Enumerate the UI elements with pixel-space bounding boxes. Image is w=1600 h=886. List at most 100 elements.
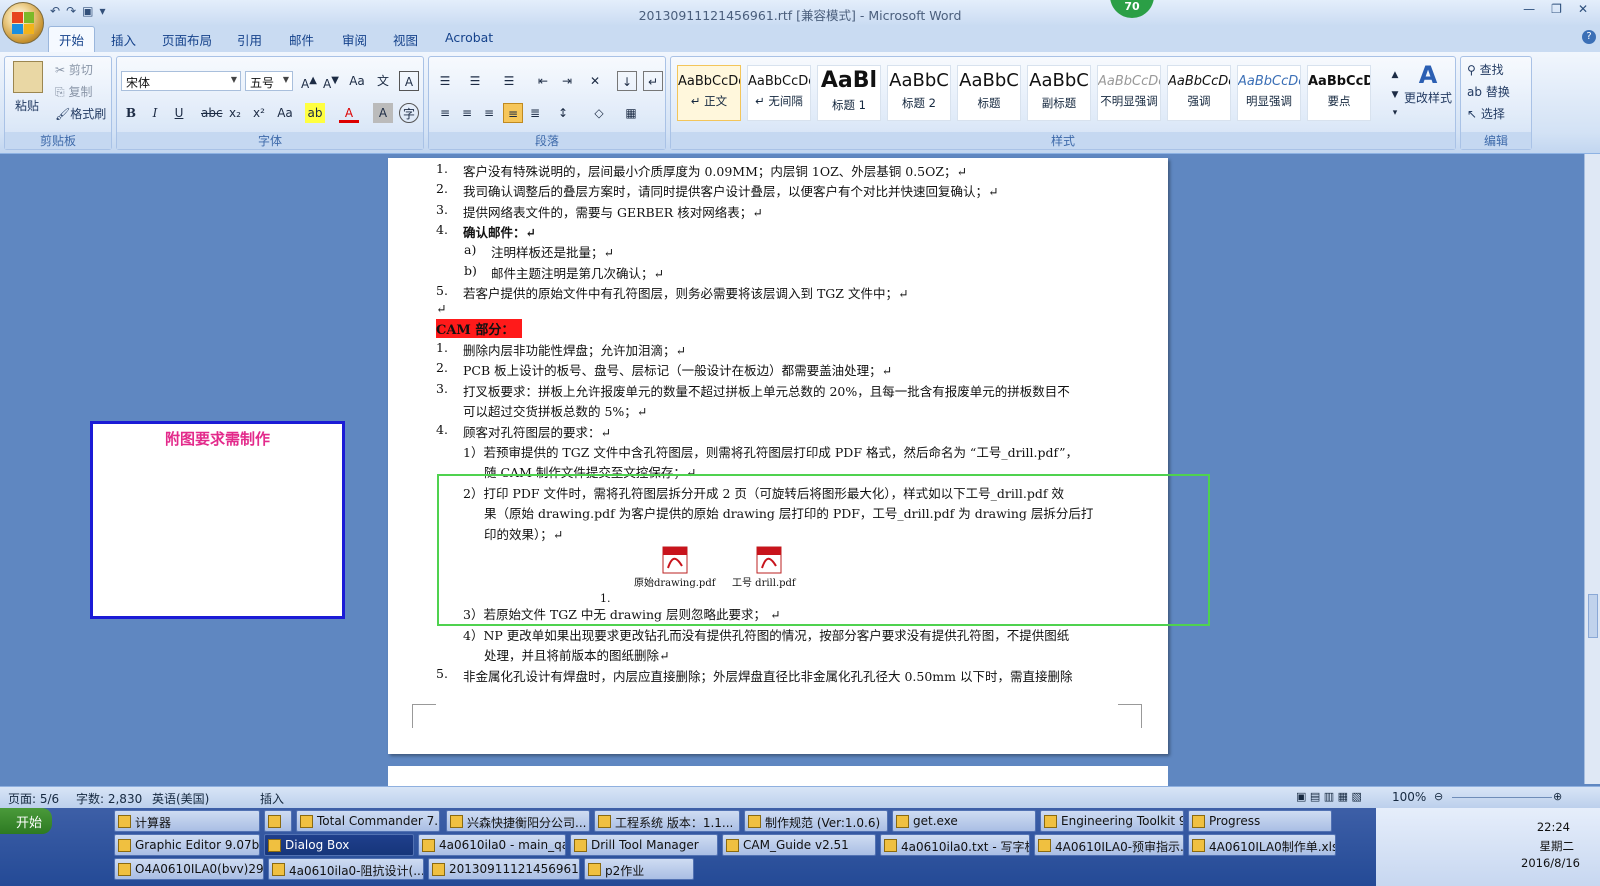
tab-references[interactable]: 引用 <box>237 30 262 49</box>
taskbar-button[interactable]: p2作业 <box>584 858 694 880</box>
sort-icon[interactable]: ↓ <box>617 71 637 91</box>
view-buttons-icon[interactable]: ▣ ▤ ▥ ▦ ▧ <box>1296 790 1362 803</box>
zoom-slider[interactable] <box>1452 797 1552 798</box>
minimize-icon[interactable]: — <box>1523 2 1535 16</box>
style-0[interactable]: AaBbCcDd ↵ 正文 <box>677 65 741 121</box>
font-name-combo[interactable]: 宋体 ▼ <box>121 71 241 91</box>
line-spacing-icon[interactable]: ↕ <box>553 103 573 123</box>
strikethrough-icon[interactable]: abc <box>201 103 223 123</box>
help-icon[interactable]: ? <box>1582 30 1596 44</box>
highlight-icon[interactable]: ab <box>305 103 325 123</box>
change-styles-button[interactable]: A 更改样式 <box>1403 61 1453 121</box>
style-5[interactable]: AaBbC 副标题 <box>1027 65 1091 121</box>
distributed-icon[interactable]: ≣ <box>525 103 545 123</box>
taskbar-button[interactable]: 计算器 <box>114 810 260 832</box>
align-center-icon[interactable]: ≡ <box>457 103 477 123</box>
tab-insert[interactable]: 插入 <box>111 30 136 49</box>
taskbar-button[interactable]: 兴森快捷衡阳分公司... <box>446 810 590 832</box>
shading-icon[interactable]: ◇ <box>589 103 609 123</box>
taskbar-button[interactable]: Total Commander 7.0 ... <box>296 810 440 832</box>
decrease-indent-icon[interactable]: ⇤ <box>533 71 553 91</box>
zoom-out-icon[interactable]: ⊖ <box>1434 790 1443 803</box>
paste-button[interactable]: 粘贴 <box>15 97 39 114</box>
grow-font-icon[interactable]: A▲ <box>299 71 319 91</box>
taskbar-button[interactable]: 4A0610ILA0-预审指示... <box>1034 834 1184 856</box>
italic-icon[interactable]: I <box>145 103 165 123</box>
cut-button[interactable]: ✂ 剪切 <box>55 61 93 78</box>
tab-review[interactable]: 审阅 <box>342 30 367 49</box>
insert-mode[interactable]: 插入 <box>260 790 284 807</box>
subscript-icon[interactable]: x₂ <box>225 103 245 123</box>
style-7[interactable]: AaBbCcDd 强调 <box>1167 65 1231 121</box>
taskbar-button[interactable]: Drill Tool Manager <box>570 834 718 856</box>
taskbar-button[interactable]: 4a0610ila0 - main_qa <box>418 834 566 856</box>
style-8[interactable]: AaBbCcDd 明显强调 <box>1237 65 1301 121</box>
char-shading-icon[interactable]: A <box>373 103 393 123</box>
tab-home[interactable]: 开始 <box>48 26 96 52</box>
scroll-thumb[interactable] <box>1588 594 1598 638</box>
find-button[interactable]: ⚲ 查找 <box>1467 61 1504 78</box>
restore-icon[interactable]: ❐ <box>1551 2 1562 16</box>
language-status[interactable]: 英语(美国) <box>152 790 209 807</box>
copy-button[interactable]: ⎘ 复制 <box>55 83 92 100</box>
clear-format-icon[interactable]: Aa <box>347 71 367 91</box>
taskbar-button[interactable]: Progress <box>1188 810 1332 832</box>
underline-icon[interactable]: U <box>169 103 189 123</box>
shrink-font-icon[interactable]: A▼ <box>321 71 341 91</box>
replace-button[interactable]: ab 替换 <box>1467 83 1510 100</box>
style-9[interactable]: AaBbCcD 要点 <box>1307 65 1371 121</box>
align-right-icon[interactable]: ≡ <box>479 103 499 123</box>
style-3[interactable]: AaBbC 标题 2 <box>887 65 951 121</box>
word-count[interactable]: 字数: 2,830 <box>76 790 142 807</box>
style-2[interactable]: AaBl 标题 1 <box>817 65 881 121</box>
increase-indent-icon[interactable]: ⇥ <box>557 71 577 91</box>
tab-mailings[interactable]: 邮件 <box>289 30 314 49</box>
format-painter-button[interactable]: 🖌格式刷 <box>55 105 106 122</box>
close-icon[interactable]: ✕ <box>1578 2 1588 16</box>
start-button[interactable]: 开始 <box>0 808 52 834</box>
justify-icon[interactable]: ≡ <box>503 103 523 123</box>
select-button[interactable]: ↖ 选择 <box>1467 105 1505 122</box>
style-6[interactable]: AaBbCcDd 不明显强调 <box>1097 65 1161 121</box>
taskbar-button[interactable]: Engineering Toolkit 9.0... <box>1040 810 1184 832</box>
bullets-icon[interactable]: ☰ <box>435 71 455 91</box>
align-left-icon[interactable]: ≡ <box>435 103 455 123</box>
office-button[interactable] <box>2 2 44 44</box>
tab-acrobat[interactable]: Acrobat <box>445 30 493 45</box>
bold-icon[interactable]: B <box>121 103 141 123</box>
taskbar-button[interactable] <box>264 810 292 832</box>
paste-icon[interactable] <box>13 61 43 93</box>
taskbar-button[interactable]: CAM_Guide v2.51 <box>722 834 876 856</box>
font-color-icon[interactable]: A <box>339 103 359 123</box>
taskbar-button[interactable]: O4A0610ILA0(bvv)29... <box>114 858 264 880</box>
phonetic-guide-icon[interactable]: 文 <box>373 71 393 91</box>
taskbar-button[interactable]: 4A0610ILA0制作单.xls ... <box>1188 834 1336 856</box>
superscript-icon[interactable]: x² <box>249 103 269 123</box>
borders-icon[interactable]: ▦ <box>621 103 641 123</box>
style-1[interactable]: AaBbCcDd ↵ 无间隔 <box>747 65 811 121</box>
enclose-char-icon[interactable]: 字 <box>399 103 419 123</box>
gallery-more-icon[interactable]: ▾ <box>1385 103 1405 123</box>
taskbar-button[interactable]: 20130911121456961... <box>428 858 580 880</box>
clock-time[interactable]: 22:24 <box>1537 820 1570 834</box>
zoom-in-icon[interactable]: ⊕ <box>1553 790 1562 803</box>
taskbar-button[interactable]: 制作规范 (Ver:1.0.6) <box>744 810 888 832</box>
gallery-down-icon[interactable]: ▼ <box>1385 85 1405 105</box>
vertical-scrollbar[interactable] <box>1584 154 1600 784</box>
char-border-icon[interactable]: A <box>399 71 419 91</box>
taskbar-button[interactable]: Dialog Box <box>264 834 414 856</box>
page-count[interactable]: 页面: 5/6 <box>8 790 59 807</box>
taskbar-button[interactable]: 4a0610ila0.txt - 写字板 <box>880 834 1030 856</box>
taskbar-button[interactable]: get.exe <box>892 810 1036 832</box>
multilevel-list-icon[interactable]: ☰ <box>499 71 519 91</box>
show-marks-icon[interactable]: ↵ <box>643 71 663 91</box>
zoom-level[interactable]: 100% <box>1392 790 1426 804</box>
asian-layout-icon[interactable]: ✕ <box>585 71 605 91</box>
tab-page-layout[interactable]: 页面布局 <box>162 30 212 49</box>
style-4[interactable]: AaBbC 标题 <box>957 65 1021 121</box>
taskbar-button[interactable]: 工程系统 版本：1.1... <box>594 810 740 832</box>
gallery-up-icon[interactable]: ▲ <box>1385 65 1405 85</box>
font-size-combo[interactable]: 五号 ▼ <box>245 71 293 91</box>
tab-view[interactable]: 视图 <box>393 30 418 49</box>
change-case-icon[interactable]: Aa <box>275 103 295 123</box>
